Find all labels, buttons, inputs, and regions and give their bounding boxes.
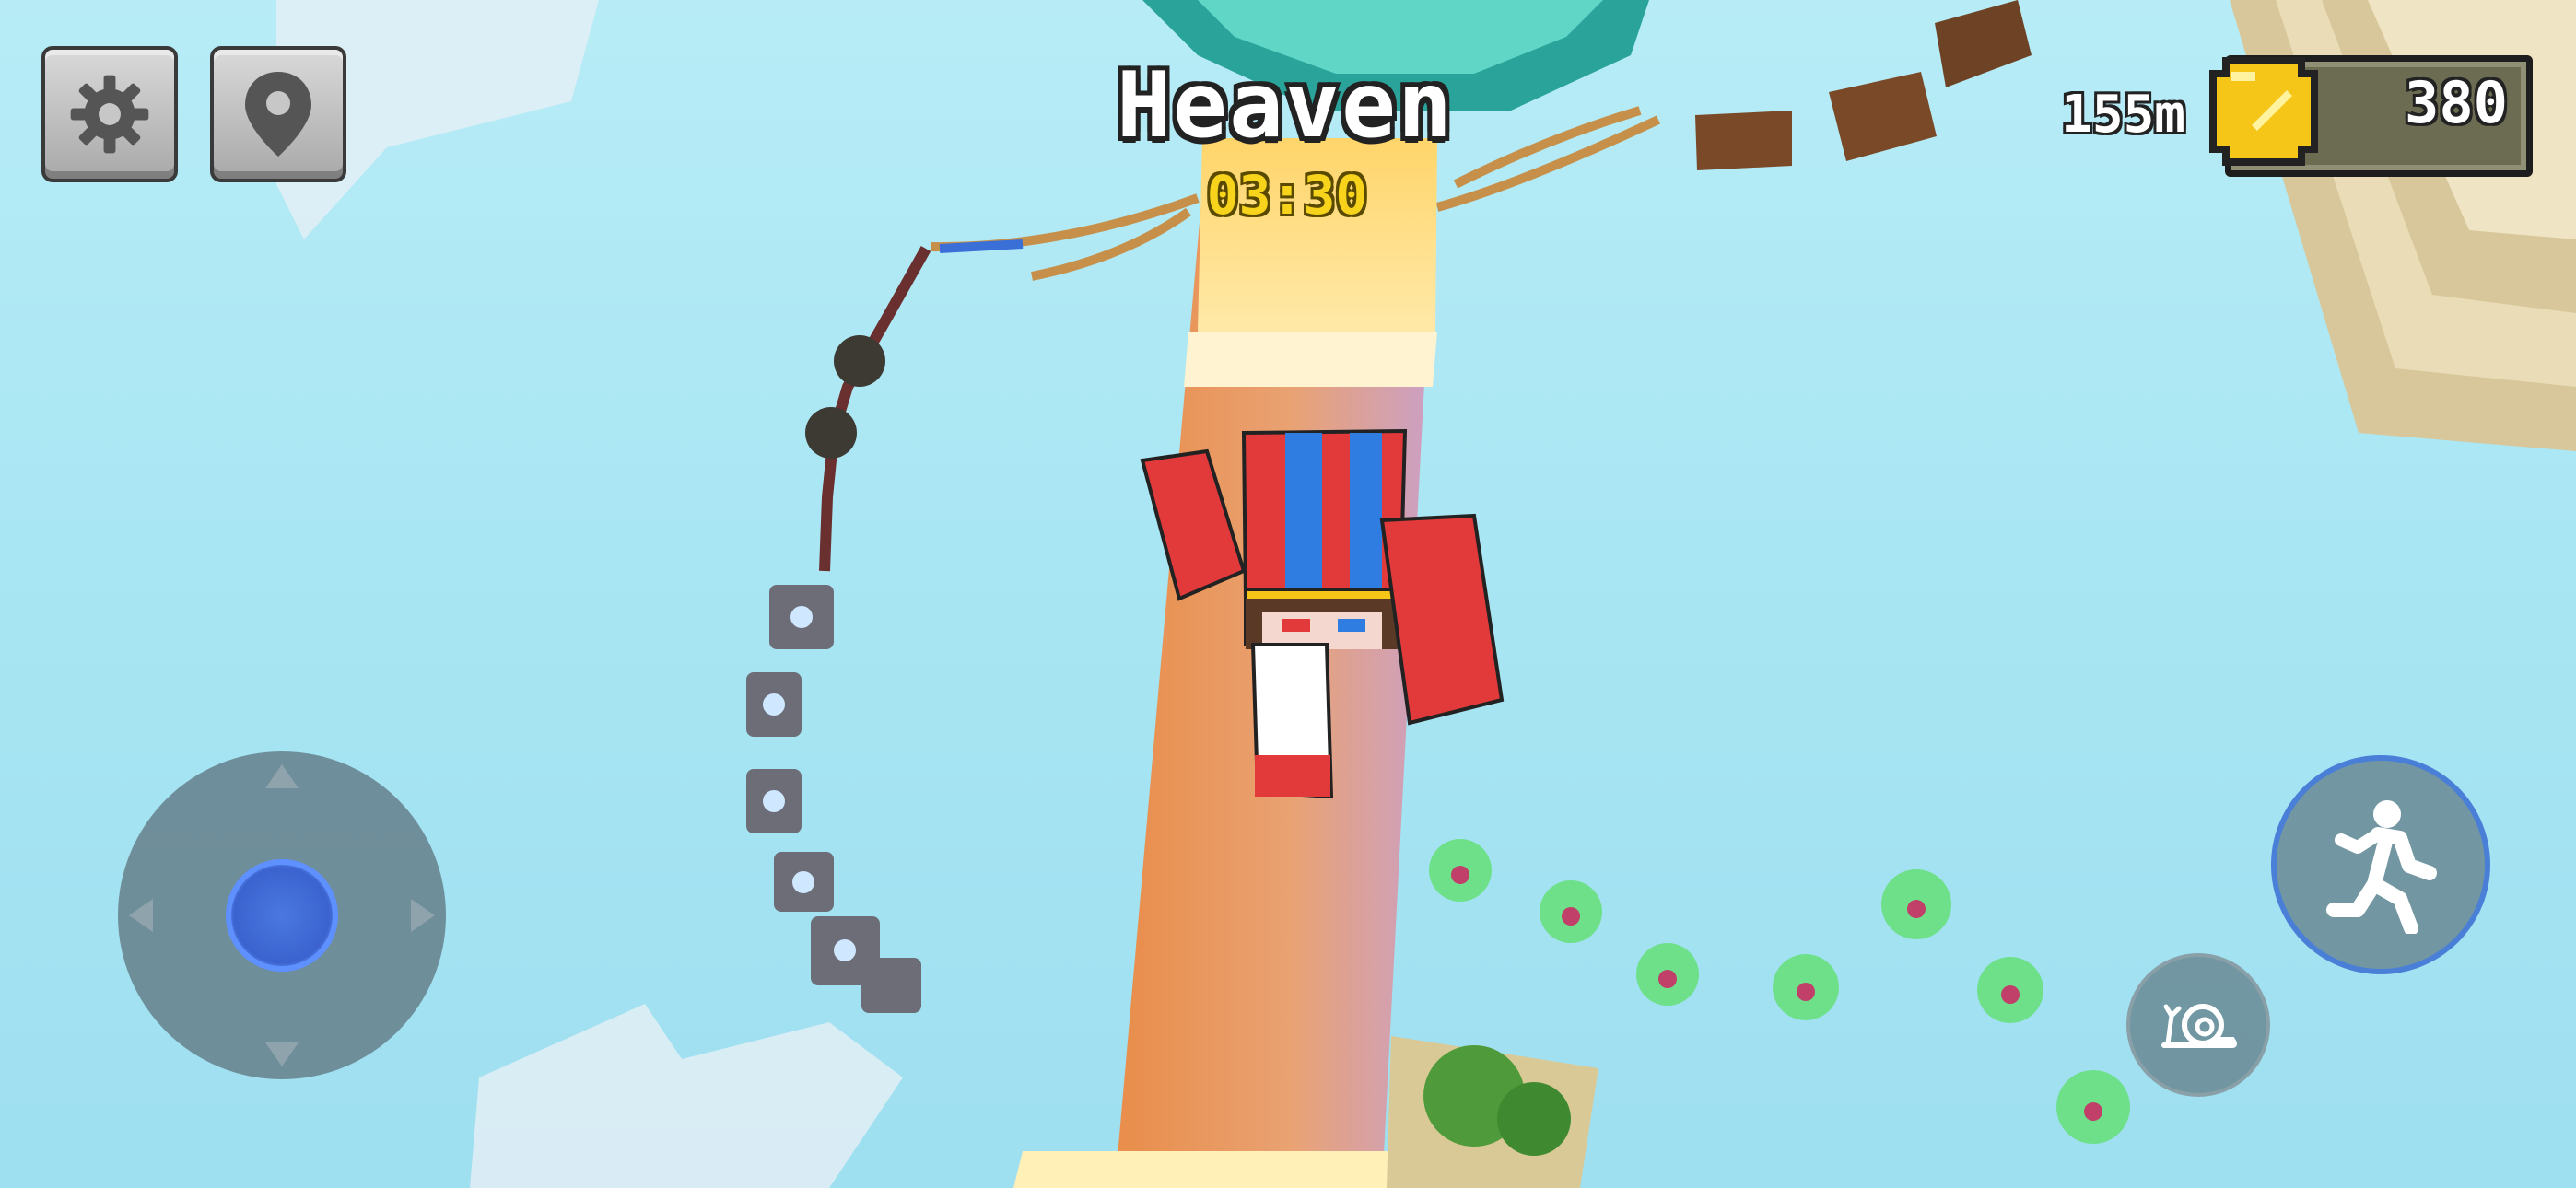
map-pin-icon: [245, 72, 311, 157]
level-title: Heaven: [1116, 53, 1454, 158]
run-button[interactable]: [2271, 755, 2490, 974]
settings-button[interactable]: [41, 46, 178, 182]
countdown-timer: 03:30: [1206, 164, 1368, 227]
pillar: [1013, 138, 1465, 1188]
arrow-down-icon: [265, 1042, 299, 1066]
wooden-blocks: [1695, 0, 2032, 170]
arrow-right-icon: [411, 899, 435, 932]
gear-icon: [70, 75, 149, 154]
height-readout: 155m: [2061, 85, 2185, 145]
coin-count: 380: [2405, 69, 2508, 136]
map-button[interactable]: [210, 46, 346, 182]
running-figure-icon: [2326, 800, 2437, 934]
mace-chain: [805, 246, 931, 572]
movement-joystick[interactable]: [118, 751, 446, 1079]
arrow-left-icon: [129, 899, 153, 932]
slow-walk-button[interactable]: [2126, 953, 2270, 1097]
coin-icon: [2209, 57, 2318, 166]
arrow-up-icon: [265, 764, 299, 788]
hammer-chain: [746, 585, 921, 1013]
palm-island: [1387, 1036, 1598, 1188]
snail-icon: [2161, 1004, 2237, 1048]
joystick-knob[interactable]: [226, 859, 338, 972]
